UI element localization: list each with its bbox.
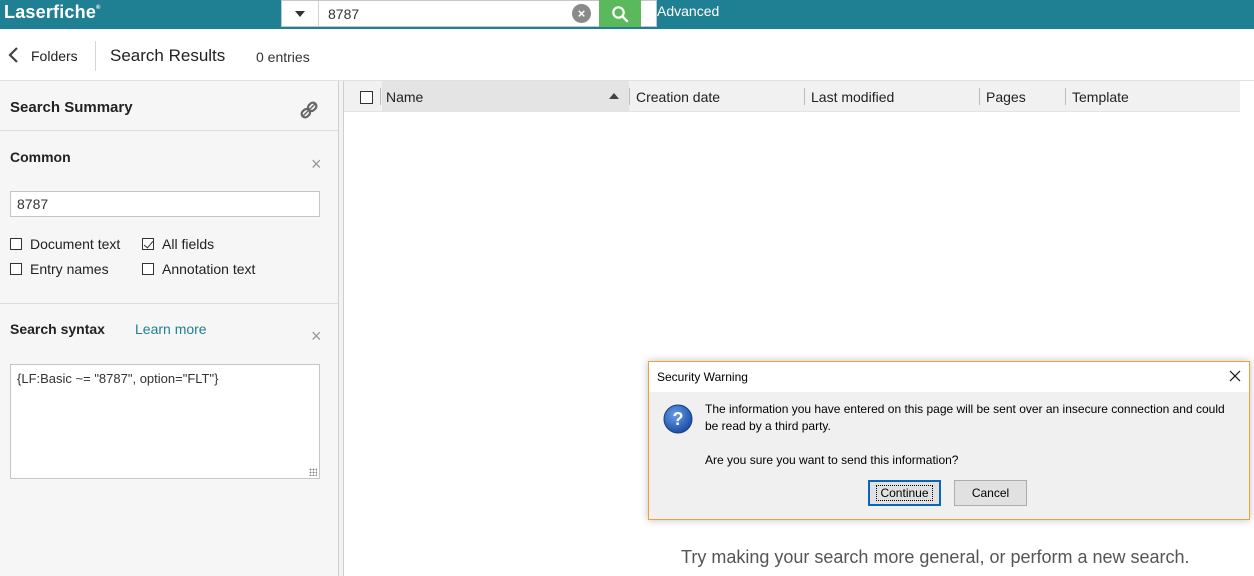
search-icon [612,5,629,22]
panel-splitter[interactable] [338,81,344,576]
search-syntax-section: Search syntax Learn more × {LF:Basic ~= … [0,305,338,505]
advanced-search-link[interactable]: Advanced [657,3,719,19]
cancel-label: Cancel [971,486,1010,500]
app-logo[interactable]: Laserfiche® [4,2,101,23]
summary-header: Search Summary [0,81,338,131]
search-box: × [281,0,657,27]
results-grid-header: Name Creation date Last modified Pages T… [344,81,1240,112]
option-entry-names[interactable]: Entry names [10,261,109,277]
remove-common-icon[interactable]: × [311,155,322,173]
option-document-text[interactable]: Document text [10,236,120,252]
annotation-text-checkbox[interactable] [142,263,154,275]
select-all-checkbox[interactable] [360,91,373,104]
search-button[interactable] [599,0,641,27]
empty-results-message: Try making your search more general, or … [681,547,1190,567]
dialog-title: Security Warning [657,370,748,384]
search-syntax-textarea[interactable]: {LF:Basic ~= "8787", option="FLT"} [10,364,320,479]
dialog-question: Are you sure you want to send this infor… [705,453,959,467]
column-separator[interactable] [1065,88,1066,105]
entry-names-checkbox[interactable] [10,263,22,275]
learn-more-link[interactable]: Learn more [135,321,207,337]
column-separator[interactable] [979,88,980,105]
option-label: Entry names [30,261,109,277]
common-query-input[interactable] [10,191,320,217]
column-header-creation-date[interactable]: Creation date [636,89,720,105]
column-header-template[interactable]: Template [1072,89,1129,105]
clear-search-button[interactable]: × [572,4,591,23]
back-chevron-icon[interactable] [8,47,20,63]
column-separator[interactable] [804,88,805,105]
continue-label: Continue [876,485,933,501]
column-header-pages[interactable]: Pages [986,89,1026,105]
sort-ascending-icon [609,93,619,99]
option-label: All fields [162,236,215,252]
continue-button[interactable]: Continue [868,480,941,506]
option-label: Annotation text [162,261,256,277]
security-warning-dialog: Security Warning ? The information you h… [648,361,1250,520]
search-input[interactable] [320,1,560,26]
syntax-text: {LF:Basic ~= "8787", option="FLT"} [17,371,219,386]
search-scope-dropdown[interactable] [282,1,319,26]
top-bar: Laserfiche® × Advanced [0,0,1254,29]
summary-title: Search Summary [10,99,133,116]
option-all-fields[interactable]: All fields [142,236,214,252]
common-section: Common × Document text All fields Entry … [0,132,338,304]
question-icon: ? [663,404,693,434]
dialog-message: The information you have entered on this… [705,402,1225,433]
chevron-down-icon [295,10,305,17]
dialog-titlebar[interactable]: Security Warning [649,362,1249,392]
search-summary-panel: Search Summary Common × Document text Al… [0,81,338,576]
link-icon[interactable] [298,99,320,121]
column-separator[interactable] [629,88,630,105]
navigation-bar: Folders Search Results 0 entries [0,29,1254,81]
column-header-last-modified[interactable]: Last modified [811,89,894,105]
option-label: Document text [30,236,121,252]
cancel-button[interactable]: Cancel [954,480,1027,506]
common-label: Common [10,149,71,165]
all-fields-checkbox[interactable] [142,238,154,250]
column-label-name: Name [386,89,424,105]
folders-link[interactable]: Folders [31,48,78,64]
close-icon[interactable] [1227,368,1243,384]
resize-grip-icon[interactable] [309,468,317,476]
document-text-checkbox[interactable] [10,238,22,250]
column-separator[interactable] [380,88,381,105]
option-annotation-text[interactable]: Annotation text [142,261,255,277]
svg-text:?: ? [673,409,684,429]
entry-count: 0 entries [256,49,310,65]
remove-syntax-icon[interactable]: × [311,327,322,345]
clear-icon: × [577,6,586,21]
search-syntax-label: Search syntax [10,321,105,337]
nav-divider [95,41,96,71]
page-title: Search Results [110,46,226,65]
